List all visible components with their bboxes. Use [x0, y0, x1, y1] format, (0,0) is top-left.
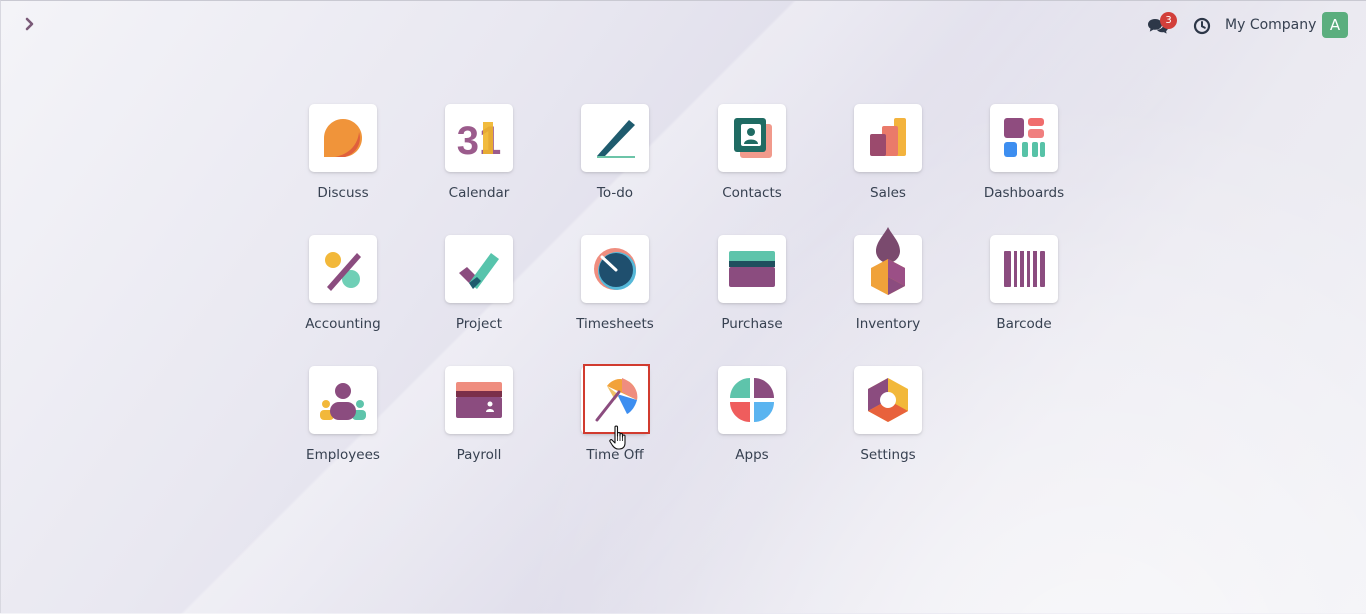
app-tile: [718, 104, 786, 172]
employees-icon: [320, 383, 366, 420]
app-payroll[interactable]: Payroll: [419, 366, 539, 486]
app-tile: [309, 235, 377, 303]
app-label: Contacts: [722, 185, 782, 201]
svg-text:31: 31: [457, 119, 502, 163]
app-tile: [581, 104, 649, 172]
messages-count-badge: 3: [1160, 12, 1177, 29]
app-label: Project: [455, 316, 503, 332]
app-inventory[interactable]: Inventory: [828, 227, 948, 355]
app-tile: [990, 104, 1058, 172]
app-tile: [854, 227, 922, 303]
app-apps[interactable]: Apps: [692, 366, 812, 486]
app-tile: [718, 235, 786, 303]
project-icon: [459, 253, 499, 289]
app-tile: [309, 104, 377, 172]
app-tile: 31: [445, 104, 513, 172]
app-time-off[interactable]: Time Off: [555, 366, 675, 486]
app-label: Discuss: [317, 185, 369, 201]
app-tile: [718, 366, 786, 434]
app-sales[interactable]: Sales: [828, 104, 948, 224]
timesheets-icon: [594, 248, 636, 290]
app-label: Employees: [306, 447, 380, 463]
payroll-icon: [456, 382, 502, 418]
app-label: Payroll: [456, 447, 502, 463]
app-settings[interactable]: Settings: [828, 366, 948, 486]
calendar-icon: 31: [457, 119, 502, 163]
company-switcher[interactable]: My Company: [1225, 17, 1316, 33]
app-contacts[interactable]: Contacts: [692, 104, 812, 224]
discuss-icon: [324, 119, 362, 157]
app-label: Timesheets: [576, 316, 654, 332]
barcode-icon: [1004, 251, 1045, 287]
sidebar-toggle-button[interactable]: [19, 13, 41, 35]
app-todo[interactable]: To-do: [555, 104, 675, 224]
app-tile: [445, 366, 513, 434]
activities-button[interactable]: [1192, 16, 1212, 36]
app-label: To-do: [596, 185, 634, 201]
purchase-icon: [729, 251, 775, 287]
app-label: Accounting: [305, 316, 381, 332]
app-tile: [581, 366, 649, 434]
app-label: Sales: [870, 185, 906, 201]
time-off-icon: [595, 378, 638, 422]
app-label: Apps: [735, 447, 769, 463]
app-label: Barcode: [996, 316, 1052, 332]
app-accounting[interactable]: Accounting: [283, 235, 403, 355]
app-label: Settings: [860, 447, 916, 463]
chevron-right-icon: [25, 17, 34, 31]
app-tile: [581, 235, 649, 303]
app-project[interactable]: Project: [419, 235, 539, 355]
top-navbar: 3 My Company A: [1, 1, 1366, 49]
app-label: Calendar: [448, 185, 510, 201]
app-discuss[interactable]: Discuss: [283, 104, 403, 224]
app-label: Time Off: [586, 447, 644, 463]
background: [1, 1, 1366, 614]
app-tile: [309, 366, 377, 434]
app-label: Inventory: [855, 316, 921, 332]
clock-icon: [1193, 17, 1211, 35]
app-timesheets[interactable]: Timesheets: [555, 235, 675, 355]
app-label: Purchase: [721, 316, 783, 332]
contacts-icon: [734, 118, 772, 158]
app-purchase[interactable]: Purchase: [692, 235, 812, 355]
app-tile: [854, 104, 922, 172]
app-label: Dashboards: [983, 185, 1065, 201]
accounting-icon: [325, 252, 361, 291]
app-calendar[interactable]: 31 Calendar: [419, 104, 539, 224]
settings-icon: [868, 378, 908, 422]
app-tile: [445, 235, 513, 303]
app-tile: [854, 366, 922, 434]
app-employees[interactable]: Employees: [283, 366, 403, 486]
inventory-icon: [871, 227, 905, 295]
dashboards-icon: [1004, 118, 1045, 157]
app-dashboards[interactable]: Dashboards: [964, 104, 1084, 224]
app-barcode[interactable]: Barcode: [964, 235, 1084, 355]
apps-icon: [730, 378, 774, 422]
user-avatar[interactable]: A: [1322, 12, 1348, 38]
todo-icon: [597, 120, 635, 158]
sales-icon: [870, 118, 906, 156]
app-tile: [990, 235, 1058, 303]
